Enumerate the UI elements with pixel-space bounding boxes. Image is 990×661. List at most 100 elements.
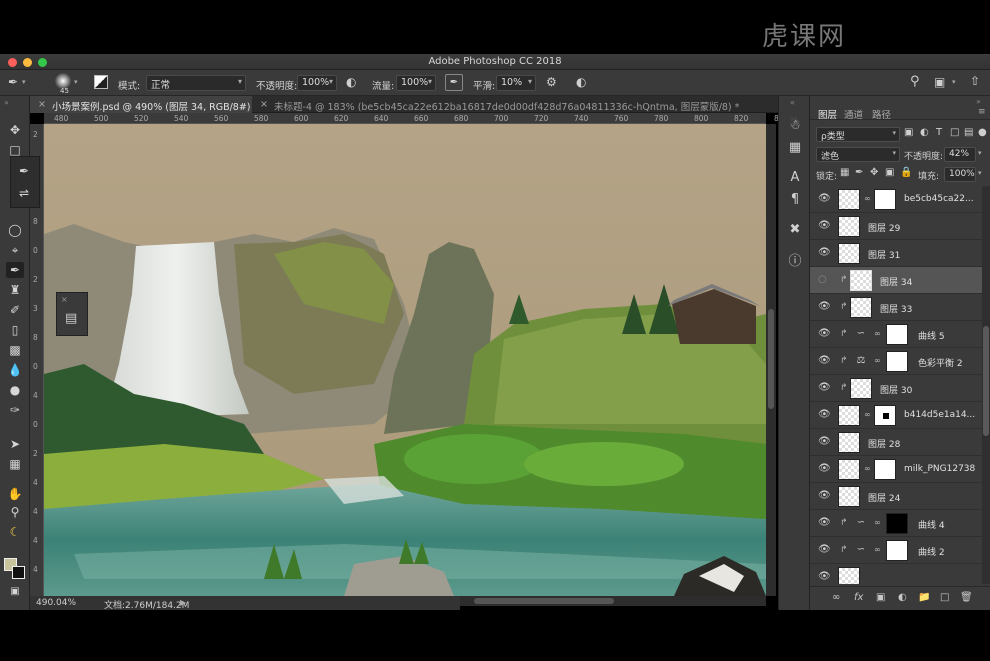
pressure-size-icon[interactable]: ◐ <box>576 76 586 88</box>
lock-all-icon[interactable]: 🔒 <box>900 167 912 178</box>
hand-tool-icon[interactable]: ✋ <box>6 486 24 502</box>
workspace-icon[interactable]: ▣ <box>934 76 945 88</box>
visibility-eye-icon[interactable]: 👁 <box>818 410 831 420</box>
group-icon[interactable]: 📁 <box>918 592 930 603</box>
layer-row[interactable]: 👁 ↱ ∽ ∞ 曲线 5 <box>810 321 982 348</box>
layer-mask-thumbnail[interactable] <box>874 189 896 210</box>
lock-transparent-icon[interactable]: ▦ <box>840 167 849 178</box>
layer-mask-thumbnail[interactable] <box>886 513 908 534</box>
visibility-eye-icon[interactable]: 👁 <box>818 248 831 258</box>
lock-position-icon[interactable]: ✥ <box>870 167 878 178</box>
shape-filter-icon[interactable]: □ <box>950 127 959 138</box>
history-brush-icon[interactable]: ⇌ <box>15 185 33 201</box>
layer-filter-select[interactable]: ρ类型 ▾ <box>816 127 900 142</box>
layers-scrollbar[interactable] <box>982 186 990 584</box>
brush-picker-chevron-icon[interactable]: ▾ <box>74 79 78 86</box>
gradient-tool-icon[interactable]: ▩ <box>6 342 24 358</box>
link-icon[interactable]: ∞ <box>874 545 881 554</box>
layer-row[interactable]: 👁 ∞ be5cb45ca22... <box>810 186 982 213</box>
layer-opacity-field[interactable]: 42% <box>944 147 976 162</box>
layers-scroll-thumb[interactable] <box>983 326 989 436</box>
layer-row[interactable]: 👁 ∞ b414d5e1a14... <box>810 402 982 429</box>
zoom-tool-icon[interactable]: ⚲ <box>6 504 24 520</box>
extra-tool-icon[interactable]: ☾ <box>6 524 24 540</box>
visibility-eye-icon[interactable]: 👁 <box>818 491 831 501</box>
fill-field[interactable]: 100% <box>944 167 976 182</box>
mask-icon[interactable]: ▣ <box>876 592 885 603</box>
workspace-chevron-icon[interactable]: ▾ <box>952 79 956 86</box>
panel-menu-icon[interactable]: ≡ <box>978 107 986 117</box>
visibility-eye-icon[interactable]: 👁 <box>818 464 831 474</box>
trash-icon[interactable]: 🗑 <box>960 592 973 603</box>
lock-image-icon[interactable]: ✒ <box>855 167 863 178</box>
tab-layers[interactable]: 图层 <box>818 107 837 121</box>
tab-document-1[interactable]: × 小场景案例.psd @ 490% (图层 34, RGB/8#) * <box>30 96 252 113</box>
layer-row[interactable]: 👁 ↱ 图层 33 <box>810 294 982 321</box>
chevron-down-icon[interactable]: ▾ <box>978 149 982 157</box>
link-icon[interactable]: ∞ <box>864 194 871 203</box>
document-canvas[interactable] <box>44 124 766 596</box>
layer-row[interactable]: 👁 图层 29 <box>810 213 982 240</box>
info-panel-icon[interactable]: ⓘ <box>787 254 803 270</box>
link-icon[interactable]: ∞ <box>874 329 881 338</box>
history-tool-icon[interactable]: ✐ <box>6 302 24 318</box>
brush-settings-icon[interactable] <box>94 75 108 89</box>
visibility-eye-icon[interactable]: 👁 <box>818 356 831 366</box>
pen-tool-icon[interactable]: ✑ <box>6 402 24 418</box>
grid-icon[interactable]: ▦ <box>6 456 24 472</box>
link-icon[interactable]: ∞ <box>832 592 840 603</box>
character-panel-icon[interactable]: A <box>787 170 803 186</box>
paragraph-panel-icon[interactable]: ¶ <box>787 192 803 208</box>
link-icon[interactable]: ∞ <box>874 356 881 365</box>
share-icon[interactable]: ⇧ <box>970 75 980 87</box>
layer-row[interactable]: 👁 <box>810 564 982 584</box>
collapse-icon[interactable]: » <box>4 98 9 107</box>
tab-channels[interactable]: 通道 <box>844 107 863 121</box>
collapse-icon[interactable]: « <box>790 98 795 107</box>
lasso-tool-icon[interactable]: ◯ <box>6 222 24 238</box>
stamp-tool-icon[interactable]: ♜ <box>6 282 24 298</box>
adjustment-icon[interactable]: ◐ <box>898 592 907 603</box>
tab-document-2[interactable]: × 未标题-4 @ 183% (be5cb45ca22e612ba16817de… <box>252 96 808 113</box>
pixel-filter-icon[interactable]: ▣ <box>904 127 913 138</box>
horizontal-scroll-thumb[interactable] <box>474 598 614 604</box>
close-icon[interactable]: × <box>61 295 68 304</box>
layer-mask-thumbnail[interactable] <box>886 324 908 345</box>
dodge-tool-icon[interactable]: ● <box>6 382 24 398</box>
visibility-eye-icon[interactable]: 👁 <box>818 518 831 528</box>
visibility-eye-icon[interactable]: 👁 <box>818 572 831 582</box>
zoom-level[interactable]: 490.04% <box>36 598 76 608</box>
layer-row[interactable]: 👁 图层 31 <box>810 240 982 267</box>
type-filter-icon[interactable]: T <box>936 127 942 138</box>
gear-icon[interactable]: ⚙ <box>546 76 557 88</box>
layer-row[interactable]: 👁 图层 28 <box>810 429 982 456</box>
layer-row[interactable]: 👁 ↱ 图层 30 <box>810 375 982 402</box>
chevron-down-icon[interactable]: ▾ <box>978 169 982 177</box>
smart-filter-icon[interactable]: ▤ <box>964 127 973 138</box>
tools-presets-icon[interactable]: ✖ <box>787 222 803 238</box>
move-tool-icon[interactable]: ✥ <box>6 122 24 138</box>
eraser-tool-icon[interactable]: ▯ <box>6 322 24 338</box>
path-selection-icon[interactable]: ➤ <box>6 436 24 452</box>
brush-settings-panel-icon[interactable]: ▤ <box>65 311 77 326</box>
layer-row[interactable]: 👁 ↱ ∽ ∞ 曲线 4 <box>810 510 982 537</box>
mode-select[interactable]: 正常 ▾ <box>146 75 246 91</box>
quick-mask-icon[interactable]: ▣ <box>6 584 24 600</box>
history-panel-icon[interactable]: ☃ <box>787 118 803 134</box>
layer-row[interactable]: 👁 ∞ milk_PNG12738 <box>810 456 982 483</box>
opacity-field[interactable]: 100% ▾ <box>297 75 337 91</box>
crop-tool-icon[interactable]: ⌖ <box>6 242 24 258</box>
airbrush-icon[interactable]: ✒ <box>445 74 463 91</box>
blend-mode-select[interactable]: 滤色 ▾ <box>816 147 900 162</box>
flow-field[interactable]: 100% ▾ <box>396 75 436 91</box>
search-icon[interactable]: ⚲ <box>910 75 920 88</box>
visibility-eye-icon[interactable]: 👁 <box>818 221 831 231</box>
tool-preset-chevron-icon[interactable]: ▾ <box>22 79 26 86</box>
link-icon[interactable]: ∞ <box>874 518 881 527</box>
brush-tool-active-icon[interactable]: ✒ <box>6 262 24 278</box>
collapse-icon[interactable]: » <box>976 97 981 106</box>
lock-artboard-icon[interactable]: ▣ <box>885 167 894 178</box>
layer-mask-thumbnail[interactable] <box>886 351 908 372</box>
layer-row[interactable]: 👁 ↱ ⚖ ∞ 色彩平衡 2 <box>810 348 982 375</box>
visibility-eye-icon[interactable]: 👁 <box>818 437 831 447</box>
